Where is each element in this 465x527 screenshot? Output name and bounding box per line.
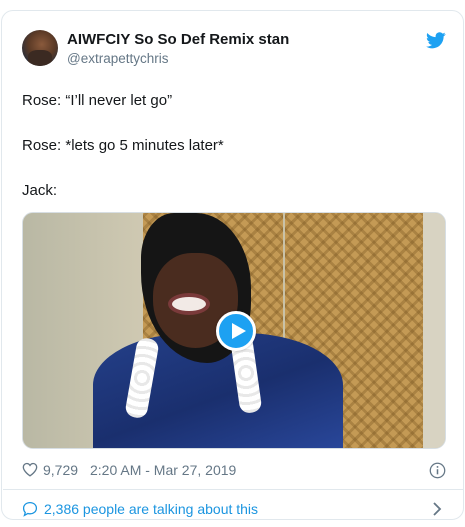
conversation-link[interactable]: 2,386 people are talking about this	[22, 498, 446, 520]
tweet-line: Rose: “I’ll never let go”	[22, 92, 173, 109]
person-mouth	[168, 293, 210, 315]
divider	[3, 489, 464, 490]
tweet-header: AIWFCIY So So Def Remix stan @extrapetty…	[22, 30, 446, 70]
info-icon[interactable]	[429, 462, 446, 479]
tweet-line: Rose: *lets go 5 minutes later*	[22, 137, 224, 154]
chevron-right-icon[interactable]	[432, 502, 442, 516]
timestamp[interactable]: 2:20 AM - Mar 27, 2019	[90, 462, 236, 478]
video-background	[423, 213, 445, 448]
speech-bubble-icon	[22, 501, 38, 517]
twitter-bird-icon[interactable]	[426, 32, 446, 49]
heart-icon[interactable]	[22, 462, 38, 477]
conversation-label[interactable]: 2,386 people are talking about this	[44, 501, 258, 517]
author-name[interactable]: AIWFCIY So So Def Remix stan	[67, 31, 289, 48]
author-handle[interactable]: @extrapettychris	[67, 51, 169, 66]
tweet-line: Jack:	[22, 182, 58, 199]
like-count[interactable]: 9,729	[43, 462, 78, 478]
video-thumbnail[interactable]	[22, 212, 446, 449]
tweet-meta: 9,729 2:20 AM - Mar 27, 2019	[22, 460, 446, 480]
avatar[interactable]	[22, 30, 58, 66]
play-icon[interactable]	[216, 311, 256, 351]
tweet-text: Rose: “I’ll never let go” Rose: *lets go…	[22, 91, 442, 226]
embedded-tweet-card: AIWFCIY So So Def Remix stan @extrapetty…	[1, 10, 464, 520]
